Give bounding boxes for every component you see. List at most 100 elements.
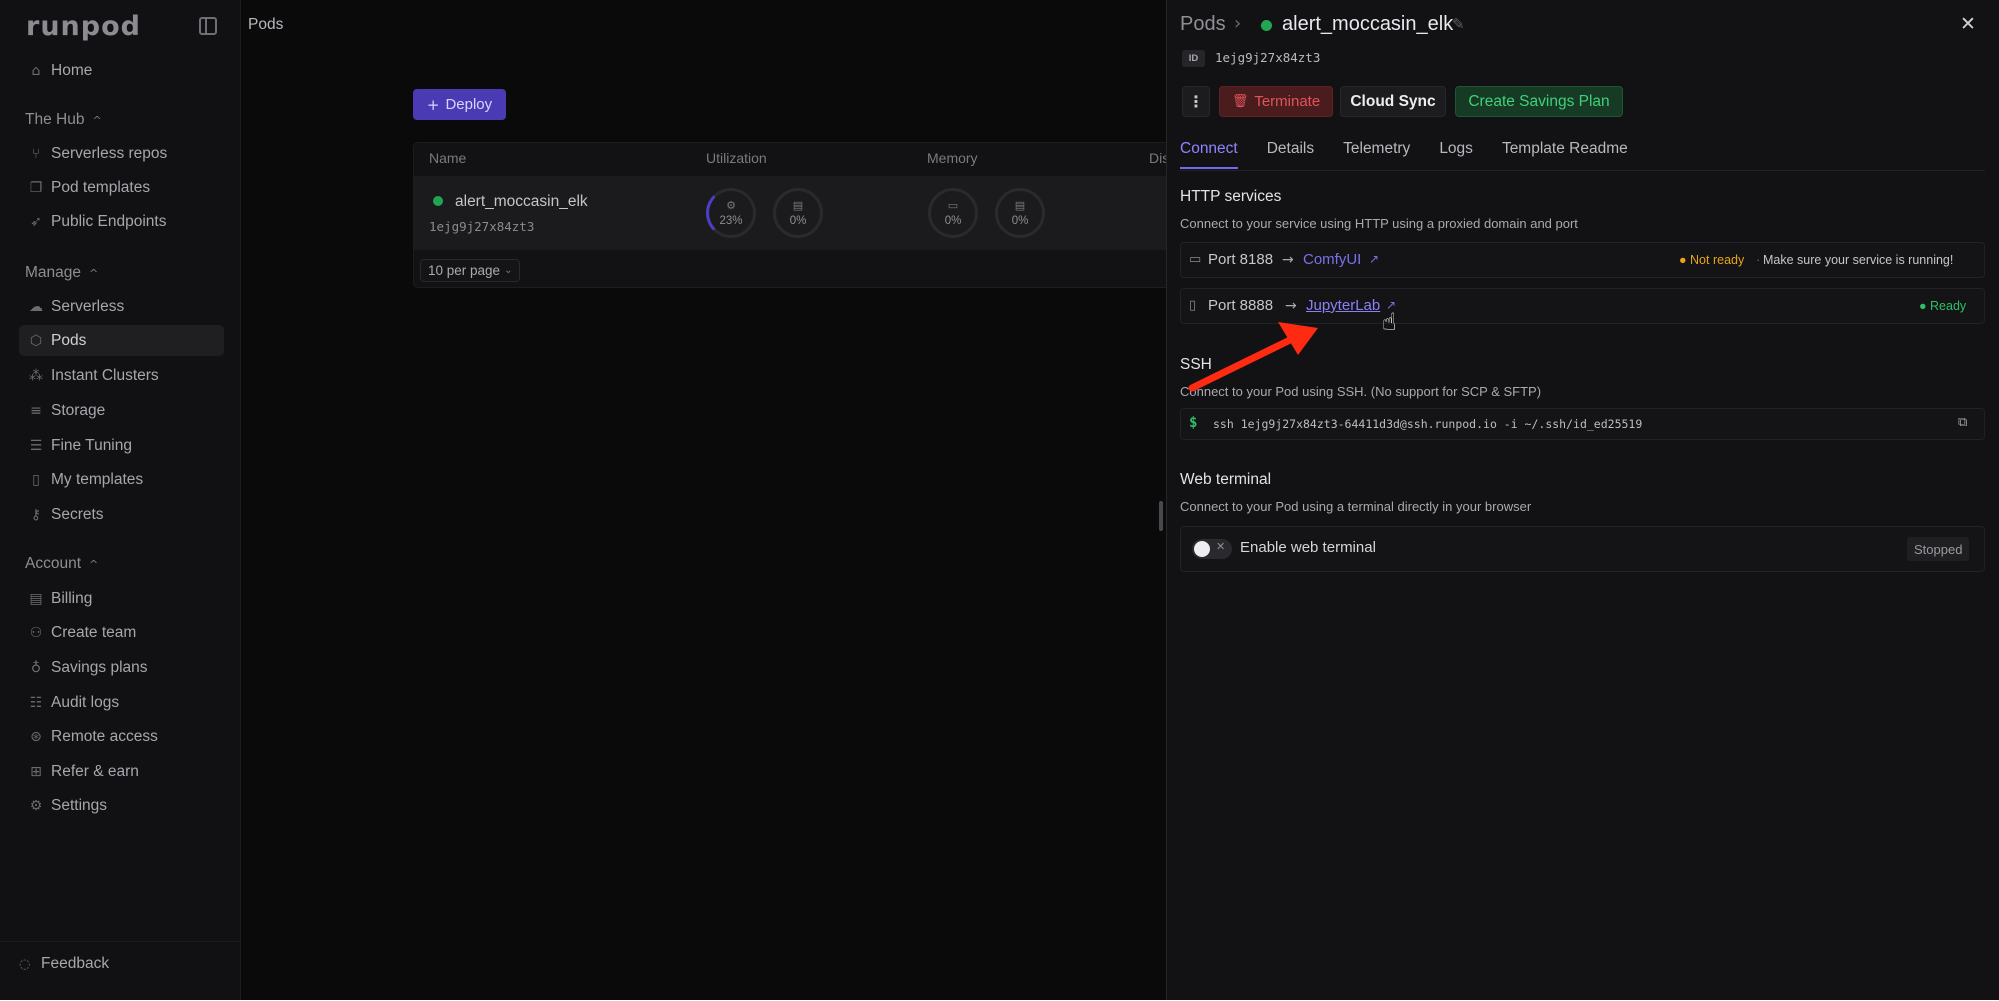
arrow-right-icon: →	[1282, 252, 1294, 268]
sidebar-item-secrets[interactable]: ⚷ Secrets	[19, 499, 224, 530]
sidebar-item-my-templates[interactable]: ▯ My templates	[19, 464, 224, 495]
service-port: Port 8888	[1208, 297, 1274, 314]
jupyterlab-link[interactable]: JupyterLab	[1306, 297, 1380, 314]
gauge-value: 0%	[1011, 214, 1029, 227]
trash-icon: 🗑	[1231, 94, 1249, 109]
deploy-button[interactable]: + Deploy	[413, 89, 506, 120]
gauge-value: 0%	[944, 214, 962, 227]
pod-id-value[interactable]: 1ejg9j27x84zt3	[1215, 50, 1320, 65]
gpu-icon: ▤	[792, 198, 804, 212]
key-icon: ⚷	[30, 506, 42, 523]
sidebar-item-label: Public Endpoints	[51, 212, 167, 230]
section-the-hub[interactable]: The Hub ^	[25, 111, 102, 129]
sidebar-item-public-endpoints[interactable]: ➶ Public Endpoints	[19, 206, 224, 237]
terminate-label: Terminate	[1254, 93, 1321, 110]
sidebar-item-pods[interactable]: ⬡ Pods	[19, 325, 224, 356]
tab-logs[interactable]: Logs	[1439, 140, 1473, 169]
tab-connect[interactable]: Connect	[1180, 140, 1238, 169]
sidebar-item-billing[interactable]: ▤ Billing	[19, 583, 224, 614]
status-badge: Stopped	[1907, 537, 1970, 561]
service-port: Port 8188	[1208, 251, 1274, 268]
chevron-up-icon: ^	[92, 113, 102, 127]
create-savings-plan-button[interactable]: Create Savings Plan	[1455, 86, 1623, 117]
per-page-select[interactable]: 10 per page ⌄	[420, 259, 520, 282]
sidebar-item-pod-templates[interactable]: ❐ Pod templates	[19, 172, 224, 203]
sidebar-item-remote-access[interactable]: ⊛ Remote access	[19, 721, 224, 752]
tab-details[interactable]: Details	[1267, 140, 1314, 169]
sidebar-item-refer-earn[interactable]: ⊞ Refer & earn	[19, 756, 224, 787]
list-search-icon: ☷	[29, 694, 43, 711]
terminate-button[interactable]: 🗑 Terminate	[1219, 86, 1333, 117]
sidebar-item-label: Pods	[51, 331, 87, 349]
panel-resize-handle[interactable]	[1159, 501, 1163, 531]
panel-tabs: Connect Details Telemetry Logs Template …	[1180, 140, 1657, 169]
sidebar-item-storage[interactable]: ≡ Storage	[19, 395, 224, 426]
section-manage[interactable]: Manage ^	[25, 264, 98, 282]
receipt-icon: ▤	[29, 590, 43, 607]
cluster-icon: ⁂	[29, 367, 43, 384]
x-icon: ✕	[1216, 540, 1226, 553]
warning-dot-icon: ●	[1679, 253, 1691, 267]
http-services-title: HTTP services	[1180, 188, 1282, 205]
chevron-up-icon: ^	[89, 557, 99, 571]
deploy-label: Deploy	[445, 96, 493, 113]
sidebar-item-label: Settings	[51, 796, 108, 814]
close-icon[interactable]: ✕	[1960, 13, 1976, 35]
ssh-prompt: $	[1189, 415, 1198, 431]
feedback-label: Feedback	[41, 955, 110, 972]
per-page-value: 10 per page	[428, 263, 501, 278]
page-title: Pods	[248, 16, 284, 33]
gpu-utilization-gauge: ▤ 0%	[773, 188, 823, 238]
http-services-subtitle: Connect to your service using HTTP using…	[1180, 216, 1578, 231]
feedback-link[interactable]: ◌ Feedback	[19, 955, 109, 973]
status-not-ready: ● Not ready	[1679, 253, 1744, 267]
sidebar-item-audit-logs[interactable]: ☷ Audit logs	[19, 687, 224, 718]
sidebar-item-serverless-repos[interactable]: ⑂ Serverless repos	[19, 138, 224, 169]
sidebar-item-savings-plans[interactable]: ♁ Savings plans	[19, 652, 224, 683]
pencil-icon[interactable]: ✎	[1452, 15, 1465, 33]
runpod-logo[interactable]: runpod	[26, 11, 141, 42]
pod-status-dot	[1261, 20, 1272, 31]
web-terminal-subtitle: Connect to your Pod using a terminal dir…	[1180, 499, 1532, 514]
breadcrumb-pods[interactable]: Pods	[1180, 13, 1226, 36]
pod-title: alert_moccasin_elk	[1282, 13, 1454, 35]
column-header-memory[interactable]: Memory	[927, 150, 978, 166]
sidebar-item-home[interactable]: ⌂ Home	[19, 55, 224, 86]
more-options-button[interactable]: ⋮	[1182, 86, 1210, 117]
section-title: Manage	[25, 264, 82, 281]
external-link-icon[interactable]: ↗	[1369, 252, 1379, 266]
sidebar-item-label: Savings plans	[51, 658, 148, 676]
tab-template-readme[interactable]: Template Readme	[1502, 140, 1628, 169]
column-header-name[interactable]: Name	[429, 150, 466, 166]
ssh-command[interactable]: ssh 1ejg9j27x84zt3-64411d3d@ssh.runpod.i…	[1213, 417, 1642, 431]
sidebar-item-settings[interactable]: ⚙ Settings	[19, 790, 224, 821]
sidebar-item-label: Storage	[51, 401, 106, 419]
vram-icon: ▤	[1014, 198, 1026, 212]
sidebar-item-label: Fine Tuning	[51, 436, 132, 454]
sidebar-item-serverless[interactable]: ☁ Serverless	[19, 291, 224, 322]
sidebar-item-label: Audit logs	[51, 693, 120, 711]
cloud-sync-button[interactable]: Cloud Sync	[1340, 86, 1446, 117]
template-icon: ❐	[29, 179, 43, 196]
sidebar-item-label: Billing	[51, 589, 93, 607]
sidebar-item-instant-clusters[interactable]: ⁂ Instant Clusters	[19, 360, 224, 391]
hand-pointer-icon: ☝	[1382, 308, 1397, 336]
column-header-utilization[interactable]: Utilization	[706, 150, 767, 166]
comfyui-link[interactable]: ComfyUI	[1303, 251, 1361, 268]
copy-icon[interactable]: ⧉	[1958, 415, 1978, 435]
pod-name[interactable]: alert_moccasin_elk	[455, 193, 588, 211]
sidebar-item-create-team[interactable]: ⚇ Create team	[19, 617, 224, 648]
chevron-down-icon: ⌄	[504, 265, 513, 276]
section-account[interactable]: Account ^	[25, 555, 98, 573]
sliders-icon: ☰	[29, 437, 43, 454]
ram-memory-gauge: ▭ 0%	[928, 188, 978, 238]
document-icon: ▯	[32, 471, 40, 488]
tab-telemetry[interactable]: Telemetry	[1343, 140, 1410, 169]
sidebar-toggle-icon[interactable]	[199, 17, 217, 35]
sidebar-item-label: My templates	[51, 470, 144, 488]
database-icon: ≡	[30, 402, 42, 419]
sidebar-item-fine-tuning[interactable]: ☰ Fine Tuning	[19, 430, 224, 461]
sidebar-item-label: Serverless repos	[51, 144, 168, 162]
chevron-right-icon: ›	[1234, 13, 1242, 34]
sidebar-item-label: Pod templates	[51, 178, 151, 196]
